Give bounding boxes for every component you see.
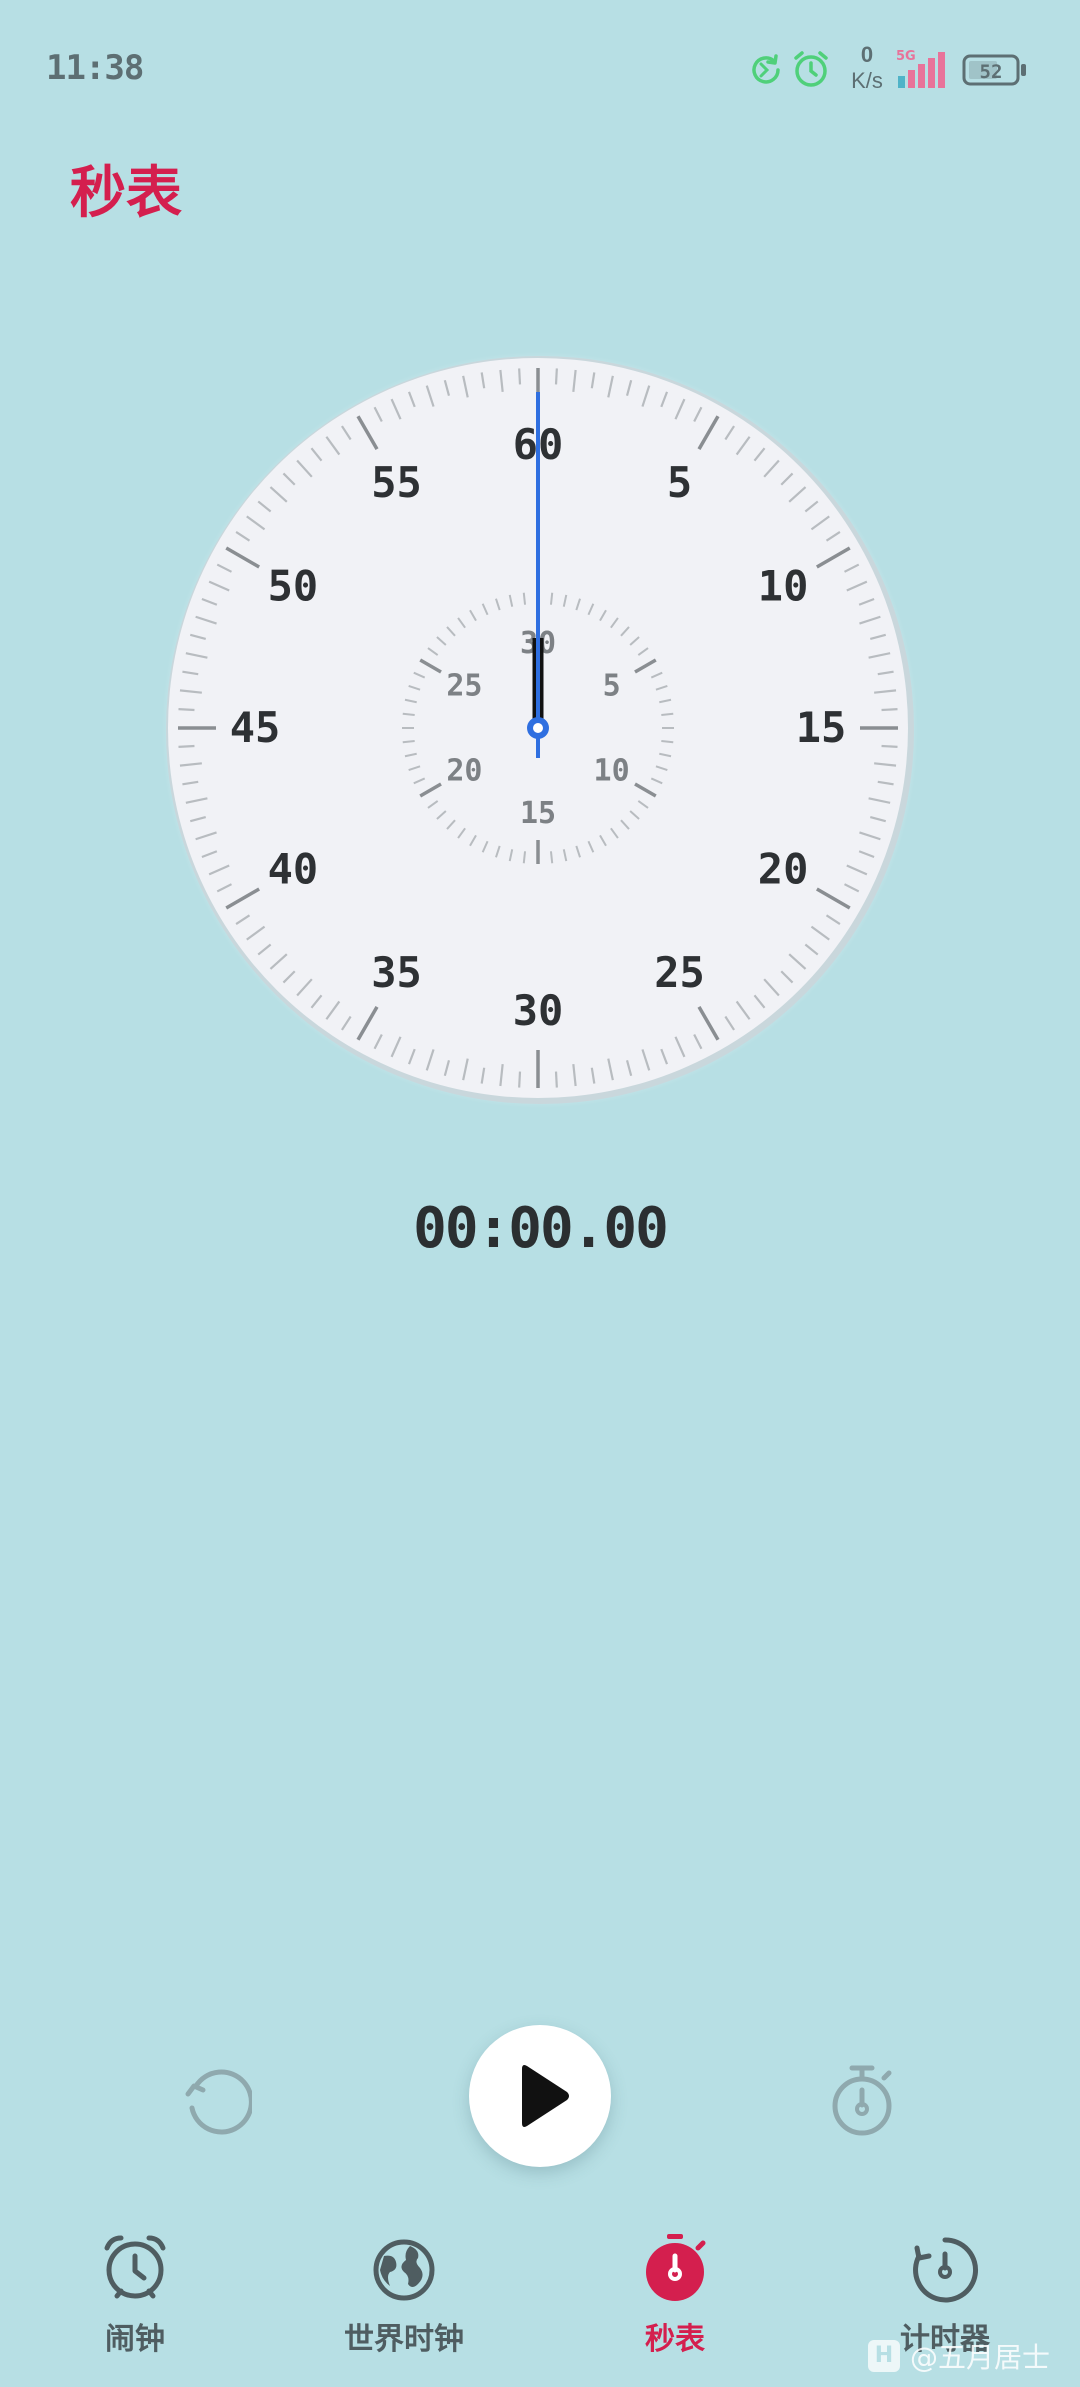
stopwatch-dial: 60510152025303540455055 30510152025 <box>160 350 920 1110</box>
inner-tick <box>661 739 674 744</box>
start-button[interactable] <box>469 2025 611 2167</box>
alarm-status-icon <box>794 51 828 87</box>
inner-tick <box>549 851 554 864</box>
tab-alarm[interactable]: 闹钟 <box>25 2232 245 2372</box>
net-speed-unit: K/s <box>851 68 883 93</box>
timer-icon <box>913 2237 978 2303</box>
hand-pivot-center <box>533 723 543 733</box>
inner-label: 5 <box>603 669 621 704</box>
inner-label: 25 <box>446 669 482 704</box>
page-title: 秒表 <box>70 161 182 226</box>
outer-label: 20 <box>758 845 809 894</box>
status-icons: 0 K/s 5G 52 <box>746 44 1036 94</box>
inner-tick <box>549 592 554 605</box>
outer-label: 5 <box>667 458 692 507</box>
elapsed-time: 00:00.00 <box>413 1196 669 1261</box>
stopwatch-controls <box>0 2020 1080 2170</box>
stopwatch-dial-svg: 60510152025303540455055 30510152025 <box>162 352 918 1108</box>
alarm-clock-icon <box>104 2235 166 2299</box>
tab-alarm-label: 闹钟 <box>105 2322 165 2357</box>
inner-tick <box>661 712 674 717</box>
outer-label: 10 <box>758 562 809 611</box>
signal-icon: 5G <box>896 49 945 88</box>
watermark-logo: H <box>867 2340 900 2372</box>
sync-icon <box>752 54 780 84</box>
inner-label: 15 <box>520 796 556 831</box>
outer-label: 45 <box>230 703 281 752</box>
battery-level: 52 <box>980 61 1003 83</box>
tab-world-clock[interactable]: 世界时钟 <box>294 2232 514 2372</box>
tab-stopwatch[interactable]: 秒表 <box>565 2232 785 2372</box>
outer-label: 15 <box>796 703 847 752</box>
watermark-text: @五月居士 <box>909 2341 1050 2374</box>
outer-tick <box>178 744 195 748</box>
play-icon <box>522 2065 569 2127</box>
outer-tick <box>881 744 898 748</box>
outer-label: 55 <box>371 458 422 507</box>
status-bar: 11:38 0 K/s 5G 52 <box>0 0 1080 140</box>
outer-tick <box>518 368 522 385</box>
outer-label: 40 <box>268 845 319 894</box>
tab-world-clock-label: 世界时钟 <box>344 2322 464 2357</box>
outer-label: 30 <box>513 986 564 1035</box>
reset-button[interactable] <box>176 2060 256 2140</box>
globe-icon <box>373 2239 435 2301</box>
lap-button[interactable] <box>822 2058 902 2142</box>
inner-label: 20 <box>446 754 482 789</box>
watermark: H @五月居士 <box>867 2338 1050 2374</box>
outer-tick <box>518 1071 522 1088</box>
inner-tick <box>522 592 527 605</box>
lap-icon <box>832 2065 892 2136</box>
net-speed-value: 0 <box>860 42 874 67</box>
outer-label: 25 <box>654 948 705 997</box>
outer-tick <box>881 708 898 712</box>
outer-label: 35 <box>371 948 422 997</box>
battery-icon: 52 <box>962 54 1026 86</box>
tab-stopwatch-label: 秒表 <box>645 2322 705 2357</box>
stopwatch-icon <box>646 2234 706 2301</box>
reset-icon <box>185 2069 252 2135</box>
net-speed: 0 K/s <box>842 44 892 96</box>
inner-tick <box>402 739 415 744</box>
status-time: 11:38 <box>46 48 144 88</box>
outer-tick <box>178 708 195 712</box>
outer-tick <box>554 368 558 385</box>
outer-tick <box>554 1071 558 1088</box>
inner-tick <box>522 851 527 864</box>
signal-label: 5G <box>896 49 916 64</box>
inner-label: 10 <box>594 754 630 789</box>
outer-label: 50 <box>268 562 319 611</box>
inner-tick <box>402 712 415 717</box>
